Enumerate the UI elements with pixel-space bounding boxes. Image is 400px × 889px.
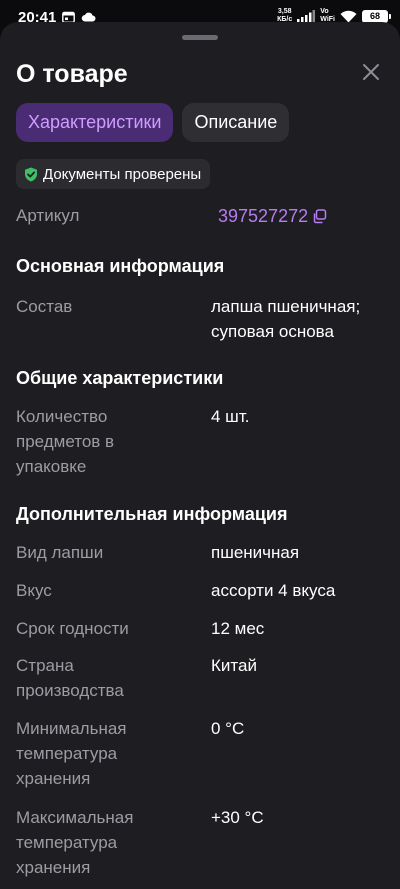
signal-icon xyxy=(297,10,316,22)
property-row: Состав лапша пшеничная; суповая основа xyxy=(16,294,386,346)
property-label: Вид лапши xyxy=(16,543,104,562)
property-value: 4 шт. xyxy=(211,407,250,426)
property-row: Минимальная температура хранения 0 °С xyxy=(16,716,386,792)
property-value: 0 °С xyxy=(211,719,245,738)
property-value: Китай xyxy=(211,656,257,675)
sheet-drag-handle[interactable] xyxy=(182,35,218,40)
tab-characteristics[interactable]: Характеристики xyxy=(16,103,174,142)
product-info-sheet: О товаре Характеристики Описание Докумен… xyxy=(0,22,400,889)
section-title-additional: Дополнительная информация xyxy=(16,504,288,524)
close-icon[interactable] xyxy=(359,60,383,84)
property-value: 12 мес xyxy=(211,619,265,638)
property-value: пшеничная xyxy=(211,543,300,562)
property-label: Количество предметов в упаковке xyxy=(16,407,115,476)
property-label: Страна производства xyxy=(16,656,124,700)
property-label: Состав xyxy=(16,297,73,316)
property-label: Вкус xyxy=(16,581,52,600)
article-copy-button[interactable]: 397527272 xyxy=(218,206,327,227)
property-value: ассорти 4 вкуса xyxy=(211,581,336,600)
property-row: Срок годности 12 мес xyxy=(16,616,386,642)
property-label: Минимальная температура хранения xyxy=(16,719,127,788)
property-value: +30 °С xyxy=(211,808,264,827)
section-title-main-info: Основная информация xyxy=(16,256,225,276)
article-label: Артикул xyxy=(16,206,80,225)
property-label: Срок годности xyxy=(16,619,129,638)
section-title-general: Общие характеристики xyxy=(16,368,224,388)
copy-icon xyxy=(313,209,327,224)
property-row: Вкус ассорти 4 вкуса xyxy=(16,578,386,604)
battery-indicator: 68 xyxy=(362,9,391,23)
property-label: Максимальная температура хранения xyxy=(16,808,134,877)
tab-description[interactable]: Описание xyxy=(182,103,290,142)
property-row: Максимальная температура хранения +30 °С xyxy=(16,805,386,881)
property-value: лапша пшеничная; суповая основа xyxy=(211,297,361,341)
property-row: Вид лапши пшеничная xyxy=(16,540,386,566)
article-row: Артикул 397527272 xyxy=(16,206,386,230)
documents-verified-badge: Документы проверены xyxy=(16,159,211,189)
property-row: Количество предметов в упаковке 4 шт. xyxy=(16,404,386,480)
cloud-icon xyxy=(81,12,96,22)
article-number: 397527272 xyxy=(218,206,309,226)
sheet-title: О товаре xyxy=(16,60,128,88)
shield-check-icon xyxy=(25,167,37,181)
badge-label: Документы проверены xyxy=(43,165,202,183)
wifi-icon xyxy=(340,10,357,22)
property-row: Страна производства Китай xyxy=(16,653,386,705)
tab-bar: Характеристики Описание xyxy=(16,103,290,142)
